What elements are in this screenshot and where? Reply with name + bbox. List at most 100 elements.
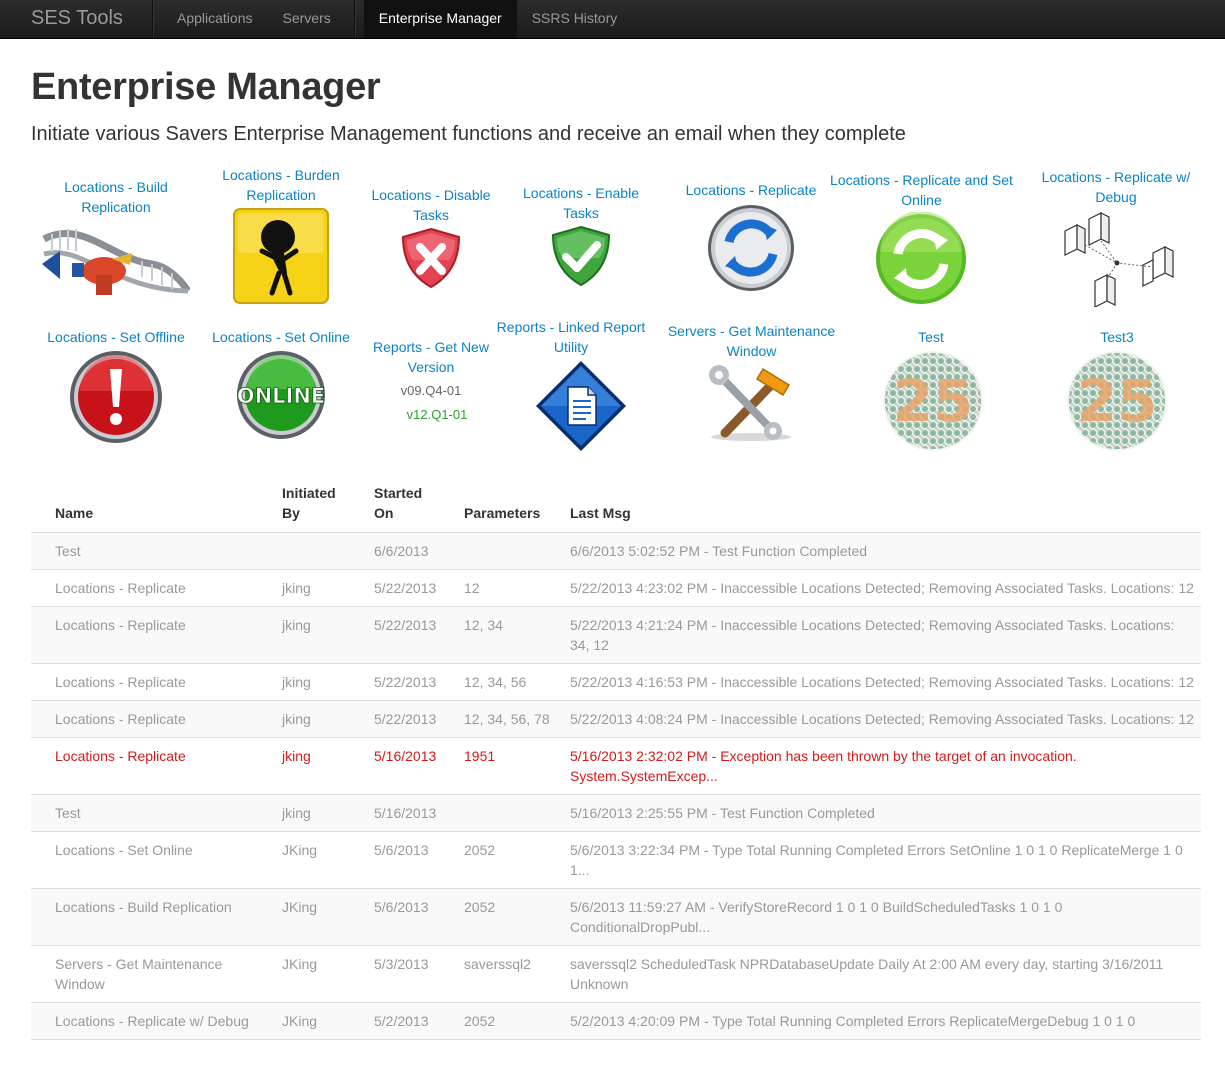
cell-name: Test xyxy=(31,532,271,570)
svg-text:ONLINE: ONLINE xyxy=(237,384,326,408)
col-name: Name xyxy=(31,483,271,533)
cell-last-msg: 5/22/2013 4:21:24 PM - Inaccessible Loca… xyxy=(557,606,1201,664)
tile-label: Locations - Replicate and Set Online xyxy=(830,172,1013,208)
cell-name: Locations - Replicate w/ Debug xyxy=(31,1002,271,1040)
tile-label: Locations - Burden Replication xyxy=(222,167,340,203)
table-row[interactable]: Locations - Replicate jking 5/22/2013 12, 3… xyxy=(31,700,1201,738)
cell-started-on: 5/16/2013 xyxy=(363,794,453,832)
table-row[interactable]: Locations - Replicate jking 5/22/2013 12 5/2… xyxy=(31,569,1201,607)
ishihara-plate-icon: 25 xyxy=(883,351,983,451)
cell-name: Locations - Build Replication xyxy=(31,888,271,946)
table-row[interactable]: Locations - Set Online JKing 5/6/2013 2052 5… xyxy=(31,831,1201,889)
tile-linked-report-utility[interactable]: Reports - Linked Report Utility xyxy=(496,317,666,453)
cell-started-on: 5/22/2013 xyxy=(363,569,453,607)
cell-initiated-by: jking xyxy=(271,663,363,701)
plate-number: 25 xyxy=(893,367,974,435)
table-row[interactable]: Locations - Replicate jking 5/22/2013 12, 3… xyxy=(31,606,1201,664)
col-label: Initiated By xyxy=(282,485,336,521)
cell-last-msg: 5/6/2013 11:59:27 AM - VerifyStoreRecord… xyxy=(557,888,1201,946)
green-online-icon: ONLINE xyxy=(236,351,326,439)
red-x-shield-icon xyxy=(401,227,461,289)
cell-started-on: 5/22/2013 xyxy=(363,663,453,701)
tile-disable-tasks[interactable]: Locations - Disable Tasks xyxy=(346,185,516,289)
col-last-msg: Last Msg xyxy=(557,483,1201,533)
table-row[interactable]: Locations - Replicate jking 5/16/2013 1951 5… xyxy=(31,737,1201,795)
tile-label: Locations - Replicate w/ Debug xyxy=(1041,169,1191,205)
cell-parameters: 2052 xyxy=(453,831,557,889)
col-initiated-by: Initiated By xyxy=(271,483,363,533)
cell-initiated-by: JKing xyxy=(271,831,363,889)
nav-item-ssrs-history[interactable]: SSRS History xyxy=(517,0,633,38)
blue-refresh-icon xyxy=(708,205,794,291)
ishihara-plate-icon: 25 xyxy=(1067,351,1167,451)
cell-parameters xyxy=(453,794,557,832)
cell-name: Locations - Replicate xyxy=(31,606,271,664)
tile-maintenance-window[interactable]: Servers - Get Maintenance Window xyxy=(666,321,836,443)
tile-label: Locations - Replicate xyxy=(685,182,817,198)
cell-started-on: 5/6/2013 xyxy=(363,888,453,946)
cell-started-on: 5/2/2013 xyxy=(363,1002,453,1040)
table-row[interactable]: Servers - Get Maintenance Window JKing 5/3… xyxy=(31,945,1201,1003)
table-body: Test 6/6/2013 6/6/2013 5:02:52 PM - Test F… xyxy=(31,532,1201,1040)
tile-replicate-set-online[interactable]: Locations - Replicate and Set Online xyxy=(830,170,1013,306)
cell-parameters: 2052 xyxy=(453,888,557,946)
tile-burden-replication[interactable]: Locations - Burden Replication xyxy=(196,165,366,305)
cell-parameters: 1951 xyxy=(453,737,557,795)
cell-started-on: 5/6/2013 xyxy=(363,831,453,889)
col-label: Started On xyxy=(374,485,423,521)
cell-name: Locations - Replicate xyxy=(31,663,271,701)
table-row[interactable]: Locations - Replicate jking 5/22/2013 12, 3… xyxy=(31,663,1201,701)
cell-parameters: 12, 34, 56 xyxy=(453,663,557,701)
tile-label: Locations - Build Replication xyxy=(64,179,168,215)
tile-set-offline[interactable]: Locations - Set Offline xyxy=(31,327,201,445)
tile-set-online[interactable]: Locations - Set Online ONLINE xyxy=(196,327,366,441)
cell-initiated-by: JKing xyxy=(271,1002,363,1040)
brand-link[interactable]: SES Tools xyxy=(0,0,153,38)
tile-test3[interactable]: Test3 25 xyxy=(1062,327,1172,453)
tile-label: Reports - Linked Report Utility xyxy=(496,319,646,355)
red-exclamation-icon xyxy=(70,351,162,443)
nav-item-enterprise-manager[interactable]: Enterprise Manager xyxy=(363,0,517,38)
cell-name: Test xyxy=(31,794,271,832)
cell-initiated-by: jking xyxy=(271,606,363,664)
cell-started-on: 5/16/2013 xyxy=(363,737,453,795)
old-version-text: v09.Q4-01 xyxy=(400,383,462,398)
cell-parameters: saverssql2 xyxy=(453,945,557,1003)
cell-name: Locations - Set Online xyxy=(31,831,271,889)
tile-label: Test3 xyxy=(1100,329,1134,345)
green-check-shield-icon xyxy=(551,225,611,287)
tile-label: Locations - Enable Tasks xyxy=(523,185,639,221)
burden-figure-icon xyxy=(233,208,329,304)
cell-last-msg: 5/22/2013 4:16:53 PM - Inaccessible Loca… xyxy=(557,663,1201,701)
nav-group: Applications Servers xyxy=(153,0,346,38)
table-row[interactable]: Test 6/6/2013 6/6/2013 5:02:52 PM - Test F… xyxy=(31,532,1201,570)
cell-last-msg: 5/16/2013 2:32:02 PM - Exception has bee… xyxy=(557,737,1201,795)
nav-item-servers[interactable]: Servers xyxy=(268,0,346,38)
tile-test[interactable]: Test 25 xyxy=(881,327,983,453)
table-header: Name Initiated By Started On Parameters … xyxy=(31,483,1201,533)
function-tiles: Locations - Build Replication Locations … xyxy=(31,167,1201,477)
green-refresh-icon xyxy=(876,212,966,304)
tile-replicate-debug[interactable]: Locations - Replicate w/ Debug xyxy=(1031,167,1201,307)
table-row[interactable]: Locations - Build Replication JKing 5/6/20… xyxy=(31,888,1201,946)
cell-parameters: 12, 34 xyxy=(453,606,557,664)
cell-name: Locations - Replicate xyxy=(31,569,271,607)
page-title: Enterprise Manager xyxy=(31,66,381,108)
cell-initiated-by: jking xyxy=(271,700,363,738)
nav-item-applications[interactable]: Applications xyxy=(153,0,268,38)
table-row[interactable]: Locations - Replicate w/ Debug JKing 5/2/2… xyxy=(31,1002,1201,1040)
history-table: Name Initiated By Started On Parameters … xyxy=(31,483,1201,1040)
tile-label: Locations - Set Offline xyxy=(47,329,185,345)
table-row[interactable]: Test jking 5/16/2013 5/16/2013 2:25:55 PM -… xyxy=(31,794,1201,832)
cell-name: Locations - Replicate xyxy=(31,700,271,738)
tile-replicate[interactable]: Locations - Replicate xyxy=(666,180,836,294)
col-started-on: Started On xyxy=(363,483,453,533)
tile-enable-tasks[interactable]: Locations - Enable Tasks xyxy=(496,183,666,287)
server-network-icon xyxy=(1064,212,1174,307)
cell-last-msg: 5/22/2013 4:23:02 PM - Inaccessible Loca… xyxy=(557,569,1201,607)
cell-started-on: 5/22/2013 xyxy=(363,700,453,738)
cell-initiated-by: jking xyxy=(271,737,363,795)
cell-parameters: 12, 34, 56, 78 xyxy=(453,700,557,738)
tile-build-replication[interactable]: Locations - Build Replication xyxy=(31,177,201,297)
cell-started-on: 6/6/2013 xyxy=(363,532,453,570)
